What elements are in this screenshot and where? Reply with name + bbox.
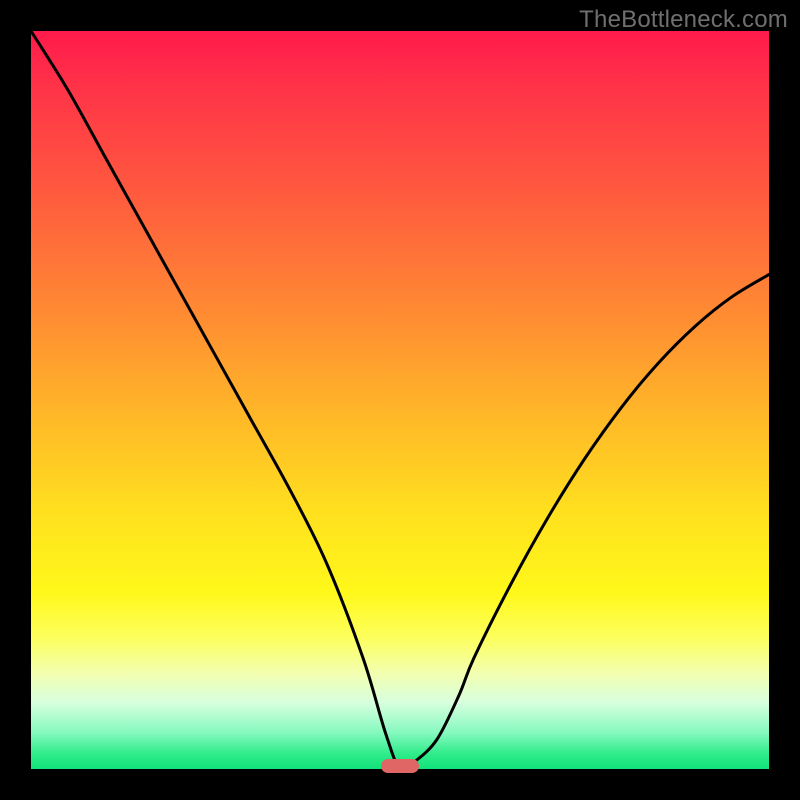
optimum-marker	[381, 759, 419, 773]
watermark-text: TheBottleneck.com	[579, 6, 788, 34]
plot-area	[31, 31, 769, 769]
chart-frame: TheBottleneck.com	[0, 0, 800, 800]
bottleneck-curve	[31, 31, 769, 769]
